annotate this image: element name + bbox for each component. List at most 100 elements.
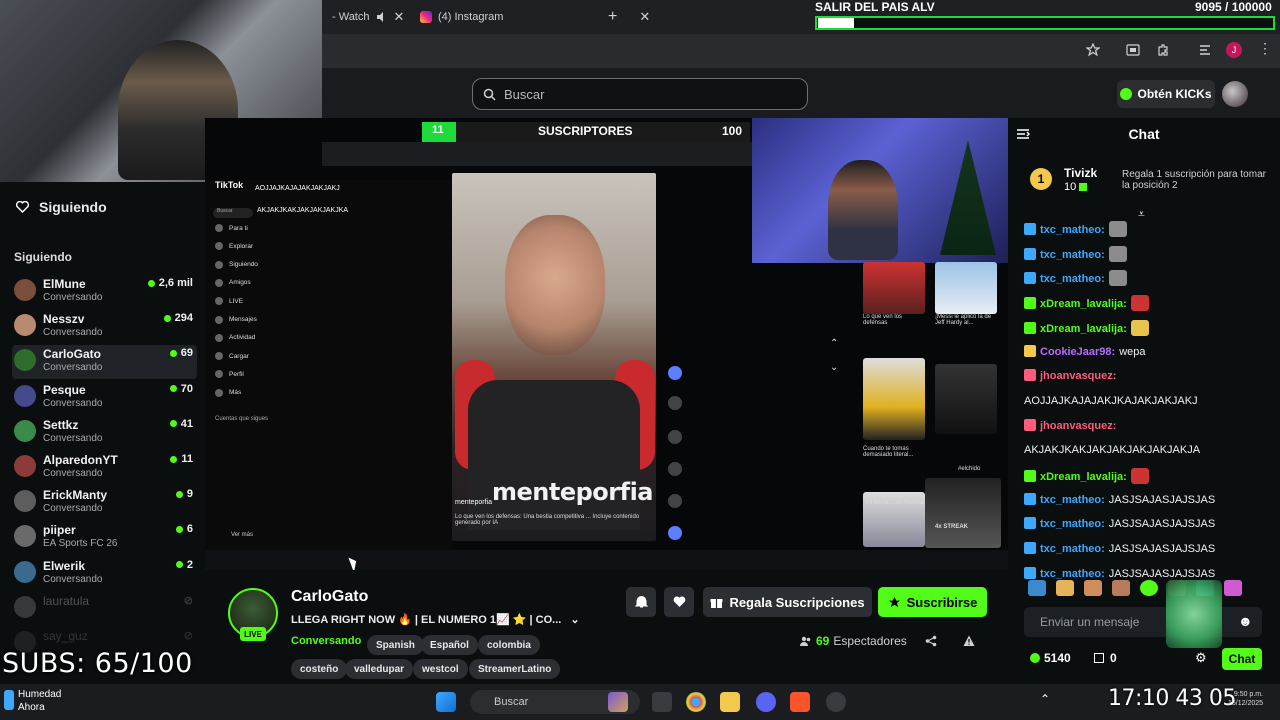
search-icon	[483, 88, 496, 101]
stream-tag[interactable]: StreamerLatino	[469, 659, 561, 679]
send-chat-button[interactable]: Chat	[1222, 648, 1262, 670]
stream-tag[interactable]: costeño	[291, 659, 348, 679]
chat-username[interactable]: txc_matheo:	[1040, 518, 1105, 530]
chat-username[interactable]: txc_matheo:	[1040, 249, 1105, 261]
search-input[interactable]: Buscar	[472, 78, 808, 110]
sidebar-header[interactable]: Siguiendo	[0, 190, 205, 224]
stream-category[interactable]: Conversando	[291, 635, 361, 647]
thumbnail-caption: Mi novia... sin historia	[866, 500, 924, 506]
close-icon[interactable]: ✕	[639, 9, 650, 25]
screen-cast-icon[interactable]	[1126, 43, 1140, 57]
sidebar-header-label: Siguiendo	[39, 199, 107, 215]
offline-icon: ⊘	[183, 630, 193, 642]
chat-username[interactable]: txc_matheo:	[1040, 568, 1105, 580]
chat-username[interactable]: txc_matheo:	[1040, 273, 1105, 285]
menu-kebab-icon[interactable]: ⋮	[1258, 40, 1272, 57]
discord-icon[interactable]	[756, 692, 776, 712]
tiktok-thumbnail	[925, 478, 1001, 548]
channel-name: ErickManty	[43, 488, 108, 503]
sidebar-item-piiper[interactable]: piiper EA Sports FC 26 6	[12, 521, 197, 555]
obs-icon[interactable]	[826, 692, 846, 712]
chat-username[interactable]: txc_matheo:	[1040, 494, 1105, 506]
extensions-icon[interactable]	[1156, 43, 1170, 57]
sidebar-item-alparedonyt[interactable]: AlparedonYT Conversando 11	[12, 451, 197, 485]
emote-icon[interactable]	[1140, 580, 1158, 596]
stream-tag[interactable]: valledupar	[345, 659, 414, 679]
chat-username[interactable]: xDream_lavalija:	[1040, 298, 1127, 310]
emote-icon[interactable]	[1224, 580, 1242, 596]
taskbar-search-label: Buscar	[494, 696, 529, 708]
menu-icon	[215, 224, 223, 232]
chat-username[interactable]: jhoanvasquez:	[1040, 420, 1116, 432]
stream-tag[interactable]: westcol	[413, 659, 468, 679]
emote-icon[interactable]	[1112, 580, 1130, 596]
tab-watch[interactable]: - Watch ✕	[332, 6, 404, 28]
gift-icon	[1079, 183, 1088, 191]
task-view-icon[interactable]	[652, 692, 672, 712]
get-kicks-button[interactable]: Obtén KICKs	[1117, 80, 1215, 108]
file-explorer-icon[interactable]	[720, 692, 740, 712]
chat-username[interactable]: txc_matheo:	[1040, 224, 1105, 236]
star-icon[interactable]	[1086, 43, 1100, 57]
notification-button[interactable]	[626, 587, 656, 617]
windows-start-icon[interactable]	[436, 692, 456, 712]
streamer-name[interactable]: CarloGato	[291, 588, 368, 606]
tiktok-menu-label: Para ti	[229, 224, 248, 232]
chevron-up-icon[interactable]: ⌃	[1040, 692, 1050, 706]
channel-viewers: 41	[170, 418, 193, 430]
profile-avatar[interactable]: J	[1226, 42, 1242, 58]
sidebar-item-lauratula[interactable]: lauratula ⊘	[12, 592, 197, 626]
stream-tag[interactable]: Español	[421, 635, 478, 655]
chrome-icon[interactable]	[686, 692, 706, 712]
avatar	[14, 419, 36, 442]
chat-username[interactable]: xDream_lavalija:	[1040, 323, 1127, 335]
chat-input[interactable]: Enviar un mensaje	[1024, 607, 1262, 637]
chevron-down-icon[interactable]: ⌄	[830, 362, 838, 373]
tiktok-menu-label: Actividad	[229, 334, 256, 342]
emote-icon[interactable]	[1084, 580, 1102, 596]
emoji-icon[interactable]: ☻	[1238, 613, 1253, 629]
menu-icon	[215, 260, 223, 269]
stream-tag[interactable]: Spanish	[367, 635, 424, 655]
chevron-up-icon[interactable]: ⌃	[830, 338, 838, 349]
new-tab-icon[interactable]: +	[608, 6, 617, 28]
chevron-down-icon[interactable]: ⌄	[570, 614, 579, 626]
taskbar-date: 15/12/2025	[1228, 700, 1264, 707]
sidebar-item-elwerik[interactable]: Elwerik Conversando 2	[12, 557, 197, 591]
channel-points[interactable]: 5140	[1030, 651, 1071, 665]
chat-message: jhoanvasquez:	[1024, 418, 1276, 433]
emote-icon	[1108, 245, 1127, 262]
user-avatar[interactable]	[1222, 81, 1248, 107]
sidebar-item-elmune[interactable]: ElMune Conversando 2,6 mil	[12, 275, 197, 309]
gift-subs-button[interactable]: Regala Suscripciones	[703, 587, 872, 617]
stream-tag[interactable]: colombia	[478, 635, 540, 655]
reading-list-icon[interactable]	[1198, 43, 1212, 57]
sidebar-item-erickmanty[interactable]: ErickManty Conversando 9	[12, 486, 197, 520]
settings-gear-icon[interactable]: ⚙	[1195, 650, 1207, 666]
gift-counter[interactable]: 0	[1094, 651, 1117, 665]
close-icon[interactable]: ✕	[394, 9, 405, 25]
sidebar-item-carlogato[interactable]: CarloGato Conversando 69	[12, 345, 197, 380]
emote-icon[interactable]	[1028, 580, 1046, 596]
chat-text: AKJAKJKAKJAKJAKJAKJAKJAKJA	[1024, 444, 1201, 457]
chat-username[interactable]: txc_matheo:	[1040, 543, 1105, 555]
tiktok-menu-item: Siguiendo	[215, 260, 258, 269]
sidebar-item-settkz[interactable]: Settkz Conversando 41	[12, 416, 197, 450]
speaker-icon[interactable]	[376, 11, 388, 23]
chat-username[interactable]: xDream_lavalija:	[1040, 471, 1127, 483]
report-icon[interactable]	[963, 635, 975, 647]
chat-username[interactable]: jhoanvasquez:	[1040, 370, 1116, 382]
sidebar-item-nesszv[interactable]: Nesszv Conversando 294	[12, 310, 197, 344]
follow-button[interactable]	[664, 587, 694, 617]
emote-icon[interactable]	[1056, 580, 1074, 596]
brave-icon[interactable]	[790, 692, 810, 712]
menu-icon	[215, 297, 223, 306]
pinned-toggle-icon[interactable]: ⩡	[1138, 207, 1145, 222]
chat-username[interactable]: CookieJaar98:	[1040, 346, 1115, 358]
subscribe-button[interactable]: Suscribirse	[878, 587, 987, 617]
sidebar-item-pesque[interactable]: Pesque Conversando 70	[12, 381, 197, 415]
taskbar-clock[interactable]: 9:50 p.m. 15/12/2025	[1228, 690, 1263, 708]
share-icon[interactable]	[925, 635, 937, 647]
emote-icon	[1108, 221, 1127, 237]
weather-widget[interactable]: Humedad Ahora	[18, 688, 61, 714]
